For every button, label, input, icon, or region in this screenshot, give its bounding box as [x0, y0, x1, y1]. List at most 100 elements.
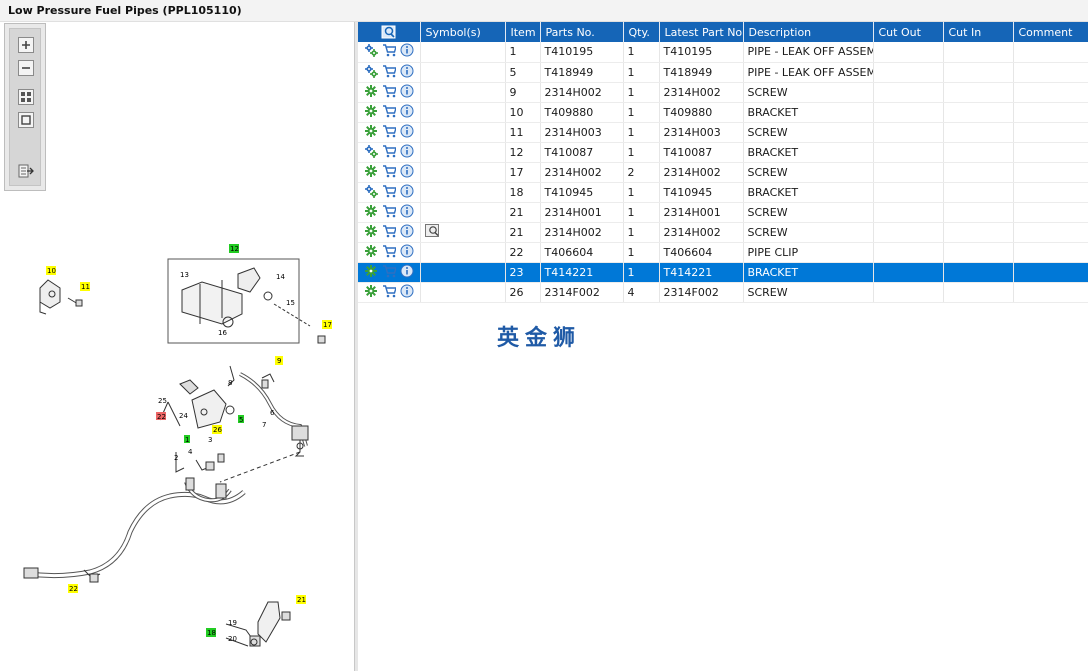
cell-comment — [1013, 162, 1088, 183]
column-header-item[interactable]: Item — [505, 22, 541, 42]
table-row[interactable]: 21 2314H002 1 2314H002 SCREW — [358, 222, 1088, 243]
part-gear-icon[interactable] — [364, 124, 378, 141]
add-to-cart-icon[interactable] — [382, 284, 396, 301]
cell-latest-part-no: 2314H002 — [659, 162, 744, 183]
cell-cut-out — [873, 182, 944, 203]
cell-qty: 1 — [623, 182, 660, 203]
add-to-cart-icon[interactable] — [382, 244, 396, 261]
table-row[interactable]: 17 2314H002 2 2314H002 SCREW — [358, 162, 1088, 183]
row-actions — [358, 62, 421, 83]
add-to-cart-icon[interactable] — [382, 144, 396, 161]
table-row[interactable]: 1T4101951T410195PIPE - LEAK OFF ASSEMBL — [358, 42, 1088, 63]
info-icon[interactable] — [400, 144, 414, 161]
table-row[interactable]: 21 2314H001 1 2314H001 SCREW — [358, 202, 1088, 223]
part-gear-icon[interactable] — [364, 264, 378, 281]
info-icon[interactable] — [400, 164, 414, 181]
cell-comment — [1013, 42, 1088, 63]
column-header-qty[interactable]: Qty. — [623, 22, 660, 42]
column-header-description[interactable]: Description — [743, 22, 874, 42]
part-gear-icon[interactable] — [364, 204, 378, 221]
cell-description: SCREW — [743, 122, 874, 143]
cell-cut-out — [873, 262, 944, 283]
cell-item: 5 — [505, 62, 541, 83]
add-to-cart-icon[interactable] — [382, 104, 396, 121]
part-gear-icon[interactable] — [364, 104, 378, 121]
add-to-cart-icon[interactable] — [382, 64, 396, 81]
diagram-panel[interactable]: 10 11 12 13 14 15 16 17 9 25 24 22 867 5 26 … — [0, 22, 355, 671]
cell-part-no: 2314H002 — [540, 162, 624, 183]
cell-part-no: 2314H001 — [540, 202, 624, 223]
row-actions — [358, 82, 421, 103]
info-icon[interactable] — [400, 184, 414, 201]
cell-part-no: T410945 — [540, 182, 624, 203]
info-icon[interactable] — [400, 104, 414, 121]
assembly-gears-icon[interactable] — [364, 43, 378, 60]
column-header-cut-in[interactable]: Cut In — [943, 22, 1014, 42]
svg-text:25: 25 — [158, 397, 167, 405]
info-icon[interactable] — [400, 124, 414, 141]
cell-item: 21 — [505, 222, 541, 243]
add-to-cart-icon[interactable] — [382, 204, 396, 221]
info-icon[interactable] — [400, 244, 414, 261]
info-icon[interactable] — [400, 224, 414, 241]
table-row[interactable]: 10 T409880 1 T409880 BRACKET — [358, 102, 1088, 123]
cell-latest-part-no: 2314H003 — [659, 122, 744, 143]
column-header-symbols[interactable]: Symbol(s) — [420, 22, 506, 42]
part-gear-icon[interactable] — [364, 224, 378, 241]
info-icon[interactable] — [400, 284, 414, 301]
cell-cut-in — [943, 102, 1014, 123]
add-to-cart-icon[interactable] — [382, 184, 396, 201]
table-row[interactable]: 12 T410087 1 T410087 BRACKET — [358, 142, 1088, 163]
cell-cut-in — [943, 202, 1014, 223]
watermark-text: 英金狮 — [497, 326, 582, 351]
part-gear-icon[interactable] — [364, 244, 378, 261]
table-row[interactable]: 22 T406604 1 T406604 PIPE CLIP — [358, 242, 1088, 263]
svg-text:22: 22 — [157, 413, 166, 421]
assembly-gears-icon[interactable] — [364, 64, 378, 81]
cell-comment — [1013, 202, 1088, 223]
add-to-cart-icon[interactable] — [382, 164, 396, 181]
table-row[interactable]: 18 T410945 1 T410945 BRACKET — [358, 182, 1088, 203]
table-row[interactable]: 11 2314H003 1 2314H003 SCREW — [358, 122, 1088, 143]
cell-cut-in — [943, 222, 1014, 243]
part-gear-icon[interactable] — [364, 284, 378, 301]
magnifier-icon[interactable] — [424, 223, 441, 241]
info-icon[interactable] — [400, 64, 414, 81]
column-header-parts-no[interactable]: Parts No. — [540, 22, 624, 42]
svg-text:6: 6 — [270, 409, 275, 417]
part-gear-icon[interactable] — [364, 84, 378, 101]
cell-item: 17 — [505, 162, 541, 183]
svg-text:8: 8 — [228, 379, 232, 387]
part-gear-icon[interactable] — [364, 164, 378, 181]
table-row[interactable]: 9 2314H002 1 2314H002 SCREW — [358, 82, 1088, 103]
table-row[interactable]: 23 T414221 1 T414221 BRACKET — [358, 262, 1088, 283]
cell-qty: 1 — [623, 102, 660, 123]
add-to-cart-icon[interactable] — [382, 264, 396, 281]
cell-qty: 1 — [623, 62, 660, 83]
title-bar: Low Pressure Fuel Pipes (PPL105110) — [0, 0, 1088, 22]
cell-part-no: 2314H002 — [540, 82, 624, 103]
cell-symbol — [420, 262, 506, 283]
add-to-cart-icon[interactable] — [382, 124, 396, 141]
cell-description: SCREW — [743, 202, 874, 223]
info-icon[interactable] — [400, 43, 414, 60]
assembly-gears-icon[interactable] — [364, 144, 378, 161]
add-to-cart-icon[interactable] — [382, 84, 396, 101]
info-icon[interactable] — [400, 84, 414, 101]
column-header-icons[interactable] — [358, 22, 421, 42]
row-actions — [358, 262, 421, 283]
cell-description: BRACKET — [743, 262, 874, 283]
add-to-cart-icon[interactable] — [382, 43, 396, 60]
column-header-comment[interactable]: Comment — [1013, 22, 1088, 42]
info-icon[interactable] — [400, 264, 414, 281]
cell-cut-out — [873, 102, 944, 123]
cell-item: 22 — [505, 242, 541, 263]
assembly-gears-icon[interactable] — [364, 184, 378, 201]
column-header-cut-out[interactable]: Cut Out — [873, 22, 944, 42]
info-icon[interactable] — [400, 204, 414, 221]
row-actions — [358, 222, 421, 243]
add-to-cart-icon[interactable] — [382, 224, 396, 241]
table-row[interactable]: 5T4189491T418949PIPE - LEAK OFF ASSEMBL — [358, 62, 1088, 83]
table-row[interactable]: 26 2314F002 4 2314F002 SCREW — [358, 282, 1088, 303]
column-header-latest-part-no[interactable]: Latest Part No. — [659, 22, 744, 42]
